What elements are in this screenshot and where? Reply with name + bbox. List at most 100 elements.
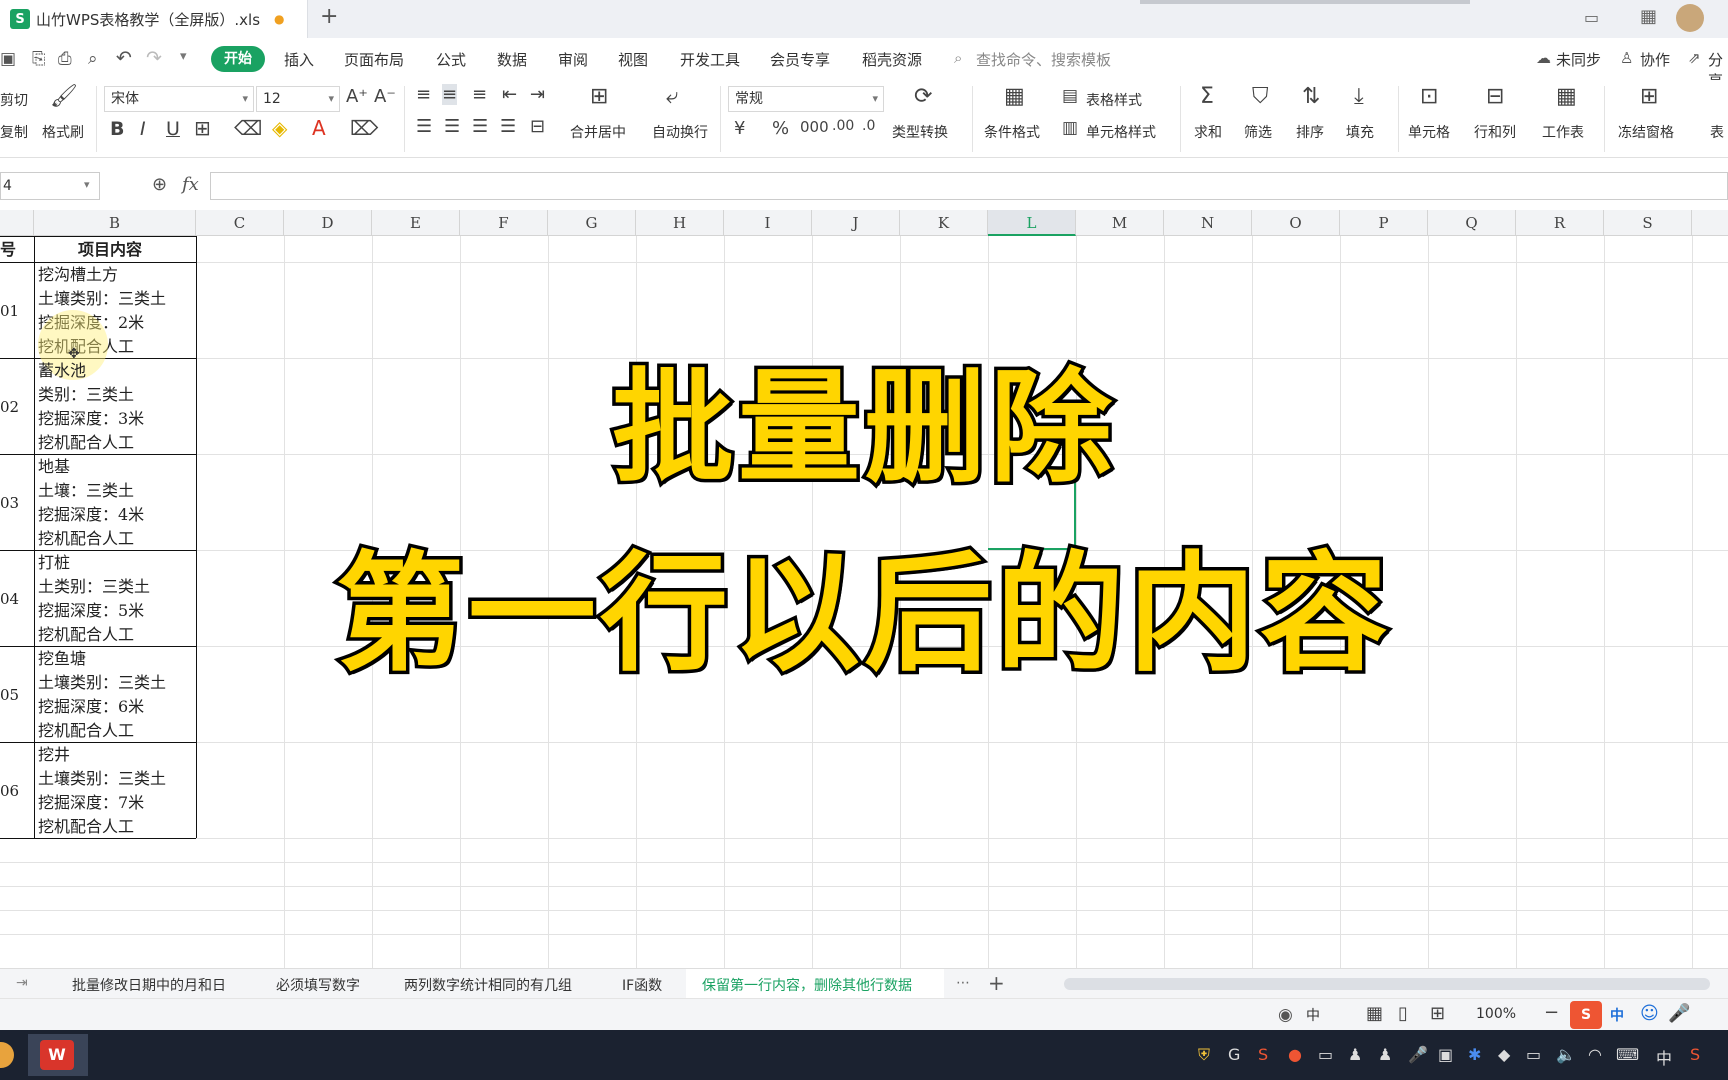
decrease-decimal-icon[interactable]: .0 [862, 118, 875, 134]
zoom-out-button[interactable]: − [1544, 1002, 1559, 1023]
security-tray-icon[interactable]: ⛨ [1198, 1045, 1210, 1065]
battery-tray-icon[interactable]: ▭ [1526, 1045, 1541, 1064]
eye-protection-icon[interactable]: ◉ [1278, 1005, 1293, 1025]
thousands-icon[interactable]: 000 [800, 118, 829, 136]
save-icon[interactable]: ▣ [0, 49, 16, 69]
eraser-icon[interactable]: ⌦ [350, 116, 378, 140]
column-header-b[interactable]: B [34, 210, 196, 236]
merge-center-button[interactable]: 合并居中 [570, 122, 626, 142]
ime-tray-indicator[interactable]: 中 [1656, 1045, 1672, 1069]
column-header-k[interactable]: K [900, 210, 988, 236]
document-tab[interactable]: S 山竹WPS表格教学（全屏版）.xls ● [0, 0, 308, 38]
sheet-tab[interactable]: IF函数 [622, 975, 662, 995]
zoom-level[interactable]: 100% [1476, 1006, 1516, 1022]
table-style-button[interactable]: 表格样式 [1086, 90, 1142, 110]
align-center-icon[interactable]: ☰ [444, 116, 460, 137]
fill-icon[interactable]: ⤓ [1354, 84, 1364, 109]
bold-icon[interactable]: B [110, 118, 124, 140]
align-left-icon[interactable]: ☰ [416, 116, 432, 137]
currency-icon[interactable]: ¥ [734, 118, 745, 139]
record-tray-icon[interactable]: ● [1288, 1045, 1302, 1064]
type-convert-icon[interactable]: ⟳ [914, 84, 932, 109]
clear-format-icon[interactable]: ⌫ [234, 116, 262, 140]
column-header-o[interactable]: O [1252, 210, 1340, 236]
wps-taskbar-button[interactable]: W [28, 1034, 88, 1076]
column-header-a[interactable] [0, 210, 34, 236]
redo-icon[interactable]: ↷ [146, 47, 162, 69]
row-number-cell[interactable]: 06 [0, 782, 19, 800]
nvidia-tray-icon[interactable]: ◆ [1498, 1045, 1510, 1064]
distribute-icon[interactable]: ⊟ [530, 116, 545, 137]
page-view-icon[interactable]: ▯ [1398, 1003, 1408, 1024]
print-icon[interactable]: ⎙ [58, 49, 72, 69]
sogou-tray-icon-2[interactable]: S [1690, 1045, 1700, 1064]
cell-icon[interactable]: ⊡ [1420, 84, 1438, 109]
sogou-tray-icon[interactable]: S [1258, 1045, 1268, 1064]
cell-style-icon[interactable]: ▥ [1062, 118, 1078, 138]
input-mode-toggle[interactable]: 中 [1306, 1005, 1320, 1025]
quick-access-dropdown-icon[interactable]: ▾ [180, 49, 187, 64]
column-header-f[interactable]: F [460, 210, 548, 236]
column-header-d[interactable]: D [284, 210, 372, 236]
row-col-button[interactable]: 行和列 [1474, 122, 1516, 142]
sort-icon[interactable]: ⇅ [1302, 84, 1320, 109]
cut-button[interactable]: 剪切 [0, 90, 28, 110]
increase-font-icon[interactable]: A⁺ [346, 86, 368, 107]
keyboard-tray-icon[interactable]: ⌨ [1616, 1045, 1639, 1064]
tab-review[interactable]: 审阅 [558, 49, 588, 70]
tab-view[interactable]: 视图 [618, 49, 648, 70]
font-name-select[interactable]: 宋体 [104, 86, 254, 112]
last-sheet-nav-icon[interactable]: ⇥ [16, 975, 28, 991]
cell-style-button[interactable]: 单元格样式 [1086, 122, 1156, 142]
app-tray-icon[interactable]: G [1228, 1045, 1240, 1064]
column-header-r[interactable]: R [1516, 210, 1604, 236]
border-icon[interactable]: ⊞ [194, 116, 211, 140]
bluetooth-tray-icon[interactable]: ✱ [1468, 1045, 1481, 1064]
ime-mic-icon[interactable]: 🎤 [1668, 1003, 1690, 1024]
add-sheet-button[interactable]: + [988, 971, 1005, 995]
column-header-l[interactable]: L [988, 210, 1076, 236]
sogou-ime-icon[interactable]: S [1570, 1001, 1602, 1029]
browser-taskbar-icon[interactable] [0, 1042, 14, 1068]
number-format-select[interactable]: 常规 [728, 86, 884, 112]
qq-tray-icon-2[interactable]: ♟ [1378, 1045, 1392, 1064]
sheet-tab-active[interactable]: 保留第一行内容，删除其他行数据 [702, 975, 912, 995]
collab-button[interactable]: 协作 [1640, 49, 1670, 70]
header-cell-content[interactable]: 项目内容 [78, 238, 142, 262]
export-icon[interactable]: ⎘ [32, 49, 46, 69]
freeze-panes-button[interactable]: 冻结窗格 [1618, 122, 1674, 142]
worksheet-button[interactable]: 工作表 [1542, 122, 1584, 142]
header-cell-number[interactable]: 号 [0, 238, 16, 262]
tab-developer[interactable]: 开发工具 [680, 49, 740, 70]
page-break-view-icon[interactable]: ⊞ [1430, 1003, 1445, 1024]
sheet-tab[interactable]: 两列数字统计相同的有几组 [404, 975, 572, 995]
ime-emoji-icon[interactable]: ☺ [1640, 1003, 1659, 1024]
window-drag-handle[interactable] [1140, 0, 1470, 4]
merge-center-icon[interactable]: ⊞ [590, 84, 608, 109]
horizontal-scrollbar[interactable] [1064, 978, 1710, 990]
column-header-i[interactable]: I [724, 210, 812, 236]
tab-home[interactable]: 开始 [211, 46, 265, 72]
table-row[interactable]: 挖井 土壤类别：三类土 挖掘深度：7米 挖机配合人工 [38, 743, 166, 839]
filter-button[interactable]: 筛选 [1244, 122, 1272, 142]
volume-tray-icon[interactable]: 🔈 [1556, 1045, 1576, 1064]
normal-view-icon[interactable]: ▦ [1366, 1003, 1383, 1024]
column-header-m[interactable]: M [1076, 210, 1164, 236]
wrap-text-button[interactable]: 自动换行 [652, 122, 708, 142]
underline-icon[interactable]: U [166, 118, 180, 140]
sum-icon[interactable]: Σ [1200, 84, 1214, 109]
filter-icon[interactable]: ⛉ [1252, 84, 1269, 109]
window-mode-icon[interactable]: ▭ [1584, 8, 1599, 27]
align-top-icon[interactable]: ≡ [416, 84, 431, 105]
zoom-search-icon[interactable]: ⊕ [152, 174, 167, 195]
avatar[interactable] [1676, 4, 1704, 32]
format-painter-button[interactable]: 格式刷 [42, 122, 84, 142]
column-header-j[interactable]: J [812, 210, 900, 236]
percent-icon[interactable]: % [772, 118, 789, 139]
type-convert-button[interactable]: 类型转换 [892, 122, 948, 142]
align-right-icon[interactable]: ☰ [472, 116, 488, 137]
fill-color-icon[interactable]: ◈ [272, 116, 287, 140]
spreadsheet-grid[interactable]: B C D E F G H I J K L M N O P Q R S 号 项目… [0, 210, 1728, 968]
column-header-h[interactable]: H [636, 210, 724, 236]
table-style-icon[interactable]: ▤ [1062, 86, 1078, 106]
